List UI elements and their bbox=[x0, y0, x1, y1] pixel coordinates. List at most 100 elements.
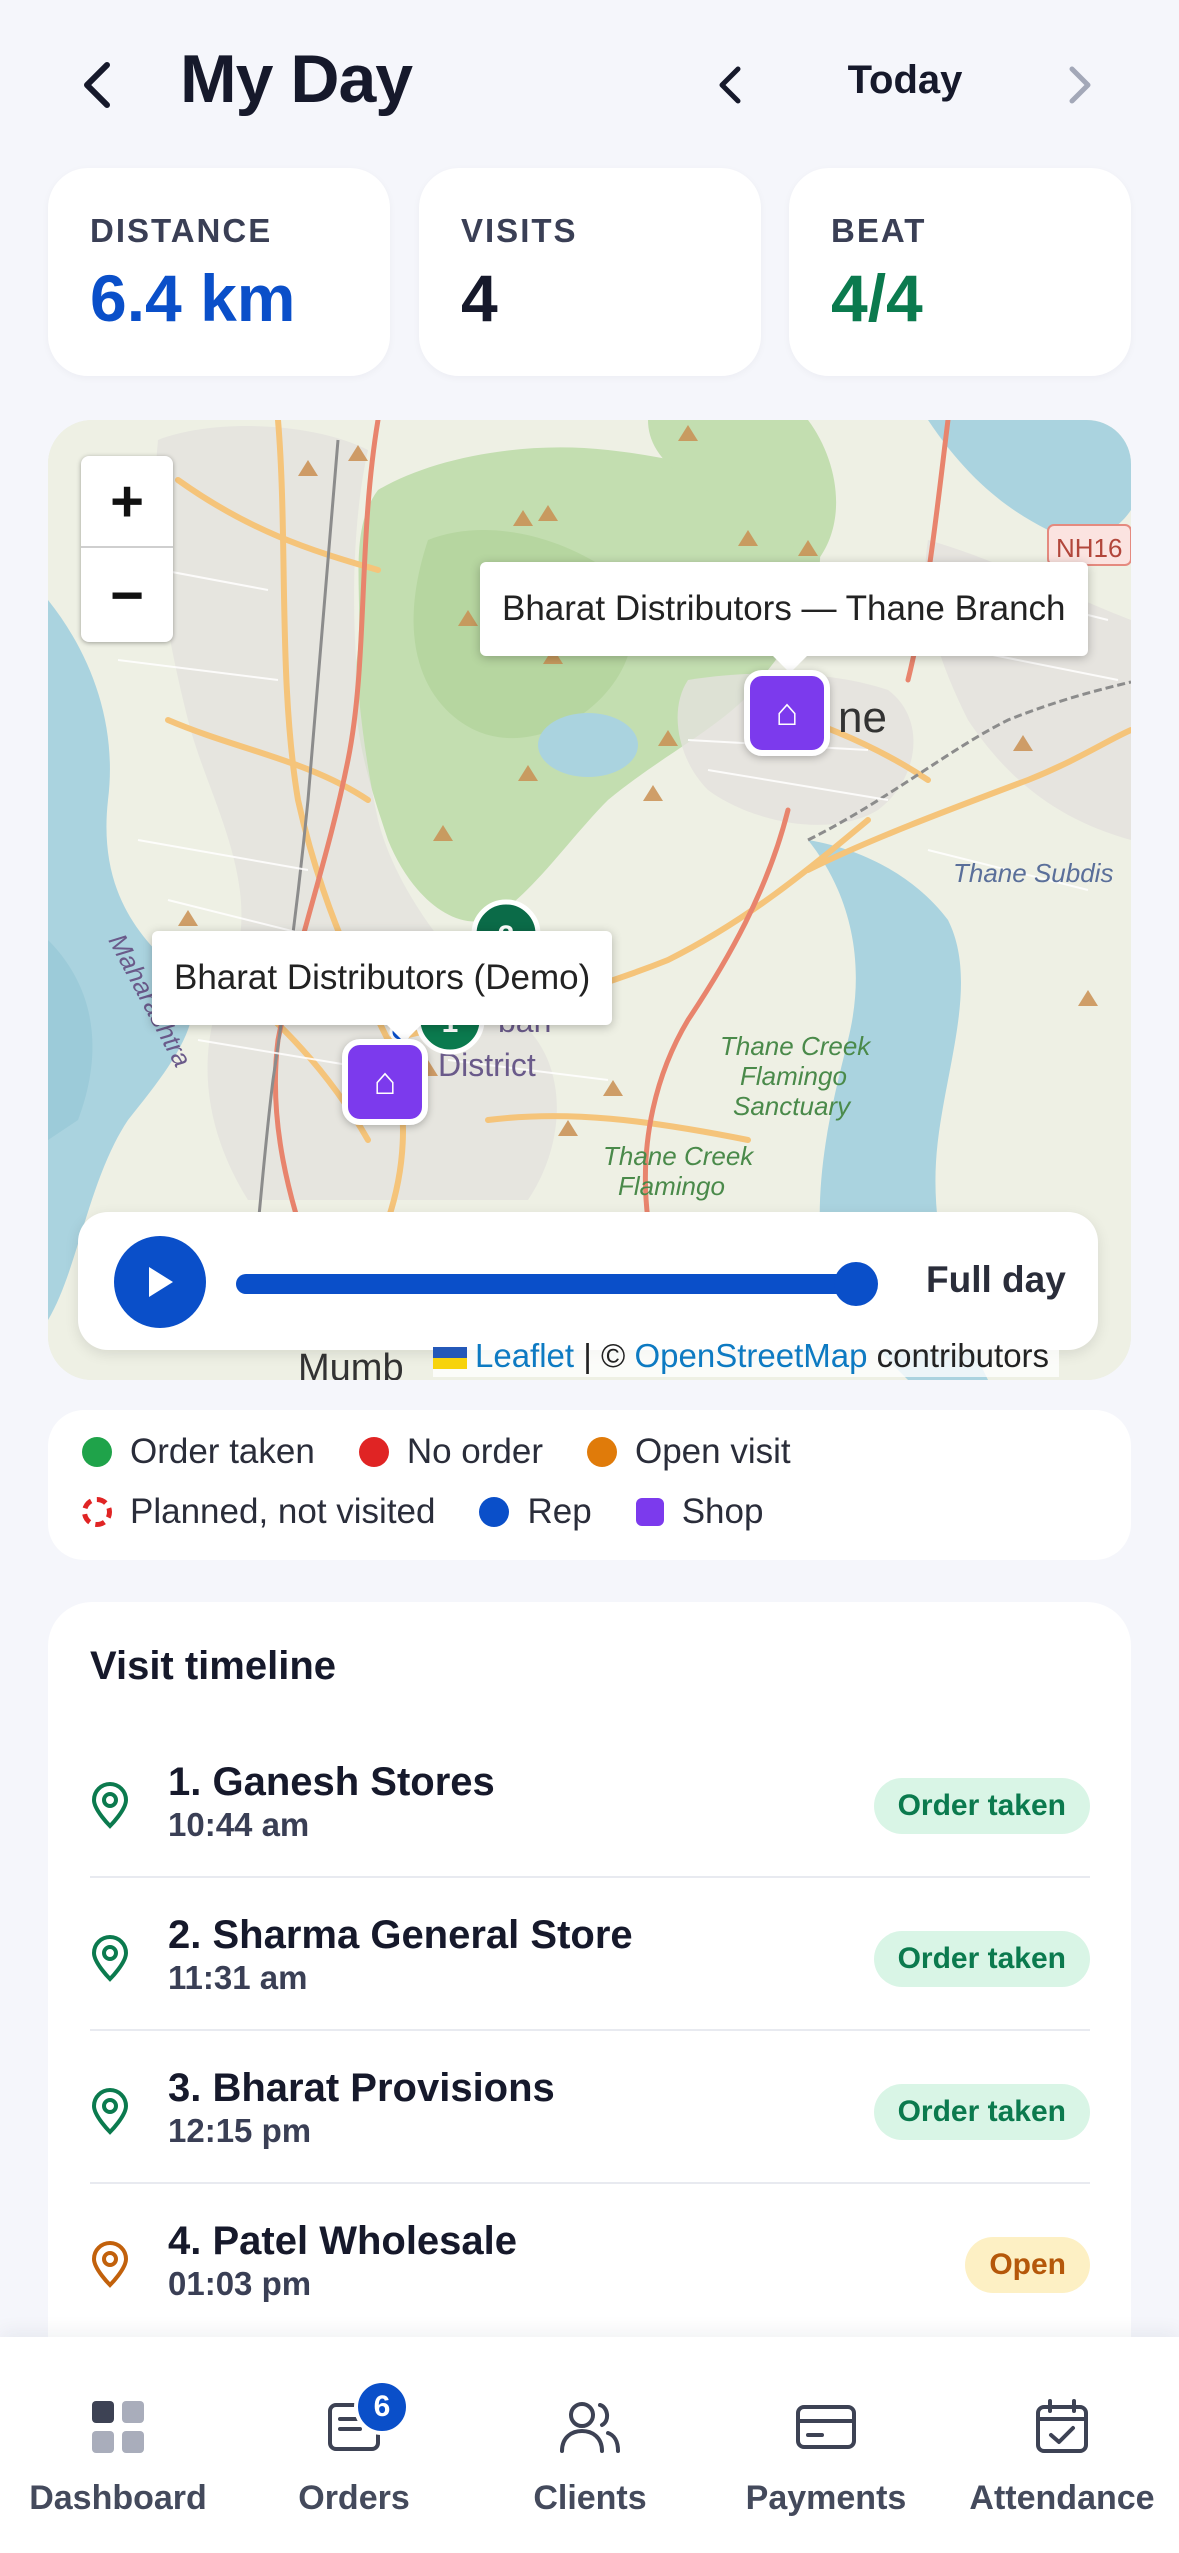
zoom-out-button[interactable]: − bbox=[81, 549, 173, 641]
red-dot-icon bbox=[358, 1437, 389, 1467]
visit-name: 1. Ganesh Stores bbox=[168, 1760, 495, 1804]
timeline-row[interactable]: 1. Ganesh Stores 10:44 am Order taken bbox=[90, 1732, 1090, 1885]
legend-label: Order taken bbox=[130, 1432, 315, 1471]
attribution-suffix: contributors bbox=[867, 1337, 1050, 1374]
visit-time: 01:03 pm bbox=[168, 2265, 312, 2302]
map-pin-icon bbox=[91, 1935, 129, 1982]
legend-label: Open visit bbox=[634, 1432, 791, 1471]
map-label-mumbai: Mumb bbox=[298, 1347, 404, 1380]
nav-label: Dashboard bbox=[29, 2479, 207, 2517]
stat-card-visits: VISITS 4 bbox=[419, 168, 761, 376]
status-badge: Order taken bbox=[873, 2084, 1090, 2140]
legend-label: No order bbox=[406, 1432, 543, 1471]
route-playback: Full day bbox=[78, 1212, 1098, 1350]
visit-time: 10:44 am bbox=[168, 1806, 310, 1843]
chevron-right-icon bbox=[1069, 66, 1091, 104]
stat-value: 6.4 km bbox=[90, 261, 296, 335]
stat-label: DISTANCE bbox=[90, 212, 273, 249]
playback-slider-fill bbox=[236, 1274, 856, 1294]
orange-dot-icon bbox=[586, 1437, 617, 1467]
visit-time: 12:15 pm bbox=[168, 2112, 312, 2149]
nav-item-payments[interactable]: Payments bbox=[708, 2337, 944, 2553]
header: My Day Today bbox=[0, 0, 1179, 170]
route-map[interactable]: NH16 ne Thane Subdis Thane Creek Flaming… bbox=[48, 420, 1131, 1380]
ukraine-flag-icon bbox=[433, 1347, 467, 1370]
legend-item-shop: Shop bbox=[635, 1492, 764, 1532]
bottom-nav: Dashboard 6 Orders Clients Payments Atte… bbox=[0, 2337, 1179, 2553]
status-badge: Order taken bbox=[873, 1778, 1090, 1834]
map-pin-icon bbox=[91, 2241, 129, 2288]
shop-marker-thane[interactable]: ⌂ bbox=[744, 670, 830, 756]
stat-label: VISITS bbox=[461, 212, 578, 249]
back-button[interactable] bbox=[62, 45, 132, 125]
previous-day-button[interactable] bbox=[700, 45, 760, 125]
map-label-thane: ne bbox=[838, 693, 887, 742]
map-label-thane-subdis: Thane Subdis bbox=[953, 858, 1113, 888]
nav-item-orders[interactable]: 6 Orders bbox=[236, 2337, 472, 2553]
nav-label: Clients bbox=[533, 2479, 647, 2517]
map-label-flamingo: Flamingo bbox=[740, 1061, 847, 1091]
shop-tooltip-demo: Bharat Distributors (Demo) bbox=[152, 931, 613, 1025]
home-icon: ⌂ bbox=[373, 1060, 397, 1103]
map-label-flamingo-2: Flamingo bbox=[618, 1171, 725, 1201]
timeline-row[interactable]: 2. Sharma General Store 11:31 am Order t… bbox=[90, 1885, 1090, 2038]
purple-square-icon bbox=[635, 1498, 664, 1526]
visit-time: 11:31 am bbox=[168, 1959, 308, 1996]
map-label-creek-2: Thane Creek bbox=[603, 1141, 755, 1171]
attribution-separator: | © bbox=[574, 1337, 635, 1374]
card-icon bbox=[796, 2405, 856, 2449]
map-attribution: Leaflet | © OpenStreetMap contributors bbox=[433, 1335, 1060, 1377]
leaflet-link[interactable]: Leaflet bbox=[475, 1337, 574, 1374]
green-dot-icon bbox=[82, 1437, 112, 1467]
stat-card-distance: DISTANCE 6.4 km bbox=[48, 168, 390, 376]
stat-label: BEAT bbox=[831, 212, 927, 249]
legend-label: Planned, not visited bbox=[130, 1492, 436, 1531]
legend-item-planned: Planned, not visited bbox=[82, 1492, 435, 1532]
playback-slider[interactable] bbox=[236, 1262, 878, 1306]
divider bbox=[90, 2182, 1090, 2184]
playback-range-label: Full day bbox=[926, 1259, 1066, 1300]
visit-name: 2. Sharma General Store bbox=[168, 1913, 633, 1957]
chevron-left-icon bbox=[84, 62, 110, 108]
osm-link[interactable]: OpenStreetMap bbox=[635, 1337, 868, 1374]
stat-value: 4/4 bbox=[831, 261, 923, 335]
nav-item-clients[interactable]: Clients bbox=[472, 2337, 708, 2553]
playback-slider-thumb[interactable] bbox=[834, 1262, 878, 1306]
page-title: My Day bbox=[180, 41, 413, 117]
shop-marker-demo[interactable]: ⌂ bbox=[342, 1039, 428, 1125]
stat-card-beat: BEAT 4/4 bbox=[789, 168, 1131, 376]
stat-value: 4 bbox=[461, 261, 498, 335]
status-badge: Order taken bbox=[873, 1931, 1090, 1987]
map-pin-icon bbox=[91, 1782, 129, 1829]
visit-name: 3. Bharat Provisions bbox=[168, 2066, 555, 2110]
chevron-left-icon bbox=[719, 66, 741, 104]
orders-count-badge: 6 bbox=[354, 2379, 410, 2435]
timeline-row[interactable]: 3. Bharat Provisions 12:15 pm Order take… bbox=[90, 2038, 1090, 2191]
zoom-controls: + − bbox=[81, 456, 173, 642]
nav-item-attendance[interactable]: Attendance bbox=[944, 2337, 1179, 2553]
legend-item-rep: Rep bbox=[479, 1492, 592, 1532]
map-label-sanctuary: Sanctuary bbox=[733, 1091, 852, 1121]
timeline-row[interactable]: 4. Patel Wholesale 01:03 pm Open bbox=[90, 2191, 1090, 2344]
play-button[interactable] bbox=[114, 1236, 206, 1328]
date-label: Today bbox=[847, 58, 963, 102]
map-pin-icon bbox=[91, 2088, 129, 2135]
nav-label: Attendance bbox=[969, 2479, 1155, 2517]
map-label-creek: Thane Creek bbox=[720, 1031, 872, 1061]
grid-icon bbox=[92, 2401, 144, 2453]
divider bbox=[90, 1876, 1090, 1878]
home-icon: ⌂ bbox=[775, 691, 799, 734]
nav-item-dashboard[interactable]: Dashboard bbox=[0, 2337, 236, 2553]
nav-label: Orders bbox=[298, 2479, 410, 2517]
legend-item-no-order: No order bbox=[358, 1432, 543, 1472]
legend-label: Shop bbox=[681, 1492, 764, 1531]
zoom-in-button[interactable]: + bbox=[81, 456, 173, 548]
nav-label: Payments bbox=[745, 2479, 907, 2517]
next-day-button[interactable] bbox=[1050, 45, 1110, 125]
timeline-title: Visit timeline bbox=[90, 1644, 337, 1688]
status-badge: Open bbox=[965, 2237, 1090, 2293]
calendar-check-icon bbox=[1036, 2399, 1088, 2453]
divider bbox=[90, 2029, 1090, 2031]
legend-item-open-visit: Open visit bbox=[586, 1432, 791, 1472]
shop-tooltip-thane: Bharat Distributors — Thane Branch bbox=[480, 562, 1088, 656]
